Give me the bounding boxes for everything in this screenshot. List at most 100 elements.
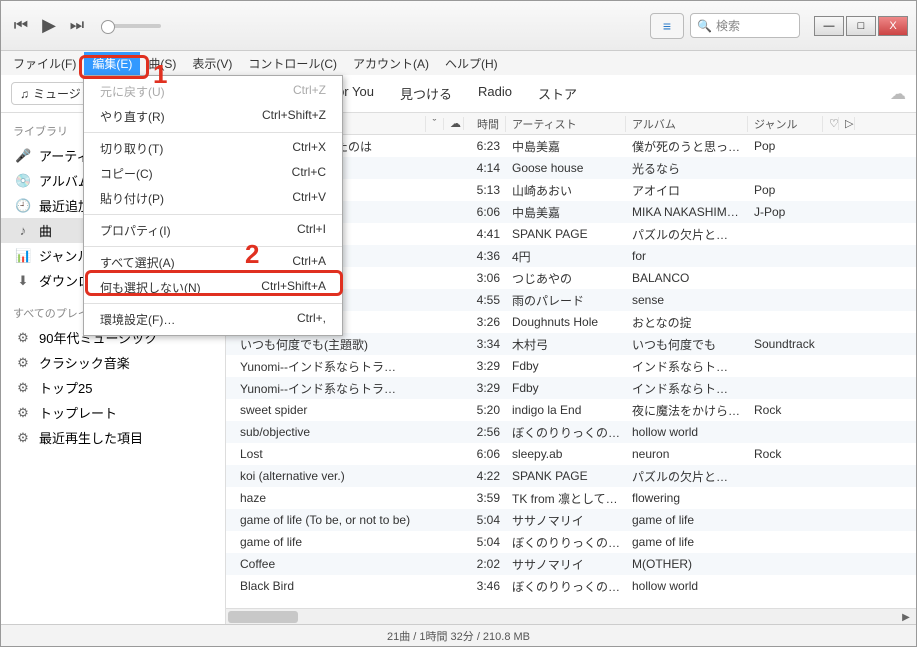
cell-time: 3:06: [464, 271, 506, 285]
cell-artist: 中島美嘉: [506, 204, 626, 221]
table-row[interactable]: Black Bird3:46ぼくのりりっくの…hollow world: [226, 575, 916, 597]
cell-name: game of life: [226, 535, 426, 549]
search-input[interactable]: 🔍 検索: [690, 13, 800, 38]
cell-album: MIKA NAKASHIMA…: [626, 205, 748, 219]
prev-button[interactable]: ⏮: [9, 14, 33, 38]
scrollbar-thumb[interactable]: [228, 611, 298, 623]
table-row[interactable]: game of life (To be, or not to be)5:04ササ…: [226, 509, 916, 531]
cell-time: 3:29: [464, 381, 506, 395]
col-time[interactable]: 時間: [464, 116, 506, 132]
table-row[interactable]: Yunomi--インド系ならトラ…3:29Fdbyインド系ならト…: [226, 377, 916, 399]
menu-item-5[interactable]: 貼り付け(P)Ctrl+V: [84, 186, 342, 211]
cell-artist: Goose house: [506, 161, 626, 175]
cell-time: 3:26: [464, 315, 506, 329]
cell-album: パズルの欠片と…: [626, 226, 748, 243]
cell-album: インド系ならト…: [626, 380, 748, 397]
sidebar-playlist-item-label-2: トップ25: [39, 378, 92, 397]
menu-separator: [84, 246, 342, 247]
table-row[interactable]: いつも何度でも(主題歌)3:34木村弓いつも何度でもSoundtrack: [226, 333, 916, 355]
menu-コントロール[interactable]: コントロール(C): [240, 52, 345, 75]
menu-アカウント[interactable]: アカウント(A): [345, 52, 437, 75]
table-row[interactable]: sub/objective2:56ぼくのりりっくの…hollow world: [226, 421, 916, 443]
sidebar-playlist-item-icon-2: ⚙: [15, 380, 31, 396]
scroll-right-icon[interactable]: ▶: [898, 609, 914, 624]
nav-tab-4[interactable]: ストア: [536, 80, 579, 107]
title-bar: ⏮ ▶ ⏭ ≡ 🔍 検索 — □ X: [1, 1, 916, 51]
col-cloud-icon[interactable]: ☁: [444, 117, 464, 130]
menu-表示[interactable]: 表示(V): [184, 52, 240, 75]
menu-item-label: 何も選択しない(N): [100, 279, 201, 296]
search-icon: 🔍: [697, 19, 712, 33]
cell-time: 4:14: [464, 161, 506, 175]
search-placeholder: 検索: [716, 17, 740, 34]
cell-genre: Soundtrack: [748, 337, 823, 351]
col-plays-icon[interactable]: ▷: [839, 117, 855, 130]
cell-name: sub/objective: [226, 425, 426, 439]
menu-item-7[interactable]: プロパティ(I)Ctrl+I: [84, 218, 342, 243]
view-list-button[interactable]: ≡: [650, 13, 684, 39]
menu-ヘルプ[interactable]: ヘルプ(H): [437, 52, 506, 75]
cell-time: 4:55: [464, 293, 506, 307]
menu-item-10[interactable]: 何も選択しない(N) Ctrl+Shift+A: [84, 275, 342, 300]
table-row[interactable]: koi (alternative ver.)4:22SPANK PAGEパズルの…: [226, 465, 916, 487]
table-row[interactable]: sweet spider5:20indigo la End夜に魔法をかけら…Ro…: [226, 399, 916, 421]
cell-album: neuron: [626, 447, 748, 461]
cell-name: Black Bird: [226, 579, 426, 593]
menu-item-shortcut: Ctrl+A: [292, 254, 326, 271]
menu-item-4[interactable]: コピー(C)Ctrl+C: [84, 161, 342, 186]
menu-item-1[interactable]: やり直す(R)Ctrl+Shift+Z: [84, 104, 342, 129]
menu-item-9[interactable]: すべて選択(A)Ctrl+A: [84, 250, 342, 275]
menu-item-shortcut: Ctrl+,: [297, 311, 326, 328]
menu-item-shortcut: Ctrl+X: [292, 140, 326, 157]
cell-album: for: [626, 249, 748, 263]
col-heart-icon[interactable]: ♡: [823, 117, 839, 130]
col-sort-icon[interactable]: ˇ: [426, 118, 444, 130]
cell-album: game of life: [626, 513, 748, 527]
cell-album: hollow world: [626, 425, 748, 439]
cell-time: 3:29: [464, 359, 506, 373]
menu-item-3[interactable]: 切り取り(T)Ctrl+X: [84, 136, 342, 161]
table-row[interactable]: haze3:59TK from 凛として…flowering: [226, 487, 916, 509]
play-button[interactable]: ▶: [37, 14, 61, 38]
horizontal-scrollbar[interactable]: ▶: [226, 608, 916, 624]
sidebar-lib-item-icon-1: 💿: [15, 173, 31, 189]
sidebar-playlist-item-icon-0: ⚙: [15, 330, 31, 346]
sidebar-playlist-item-icon-1: ⚙: [15, 355, 31, 371]
sidebar-playlist-item-1[interactable]: ⚙クラシック音楽: [1, 350, 225, 375]
menu-item-12[interactable]: 環境設定(F)…Ctrl+,: [84, 307, 342, 332]
menu-編集[interactable]: 編集(E): [84, 52, 140, 75]
menu-item-shortcut: Ctrl+C: [292, 165, 326, 182]
menu-item-shortcut: Ctrl+Z: [293, 83, 326, 100]
table-row[interactable]: game of life5:04ぼくのりりっくの…game of life: [226, 531, 916, 553]
callout-number-1: 1: [153, 59, 167, 90]
menu-bar: ファイル(F)編集(E)曲(S)表示(V)コントロール(C)アカウント(A)ヘル…: [1, 51, 916, 75]
menu-separator: [84, 214, 342, 215]
cell-album: hollow world: [626, 579, 748, 593]
close-button[interactable]: X: [878, 16, 908, 36]
sidebar-playlist-item-3[interactable]: ⚙トップレート: [1, 400, 225, 425]
sidebar-playlist-item-label-4: 最近再生した項目: [39, 428, 143, 447]
sidebar-playlist-item-2[interactable]: ⚙ トップ25: [1, 375, 225, 400]
table-row[interactable]: Lost6:06sleepy.abneuronRock: [226, 443, 916, 465]
cell-album: game of life: [626, 535, 748, 549]
table-row[interactable]: Coffee2:02ササノマリイM(OTHER): [226, 553, 916, 575]
cell-name: koi (alternative ver.): [226, 469, 426, 483]
next-button[interactable]: ⏭: [65, 14, 89, 38]
menu-ファイル[interactable]: ファイル(F): [5, 52, 84, 75]
sidebar-playlist-item-4[interactable]: ⚙最近再生した項目: [1, 425, 225, 450]
nav-tab-2[interactable]: 見つける: [398, 80, 454, 107]
minimize-button[interactable]: —: [814, 16, 844, 36]
nav-tab-3[interactable]: Radio: [476, 80, 514, 107]
cell-time: 3:34: [464, 337, 506, 351]
col-genre[interactable]: ジャンル: [748, 116, 823, 132]
cell-artist: ぼくのりりっくの…: [506, 534, 626, 551]
maximize-button[interactable]: □: [846, 16, 876, 36]
table-row[interactable]: Yunomi--インド系ならトラ…3:29Fdbyインド系ならト…: [226, 355, 916, 377]
menu-item-shortcut: Ctrl+Shift+A: [261, 279, 326, 296]
col-album[interactable]: アルバム: [626, 116, 748, 132]
cloud-icon[interactable]: ☁: [890, 84, 906, 104]
cell-name: haze: [226, 491, 426, 505]
menu-item-label: 貼り付け(P): [100, 190, 164, 207]
volume-slider[interactable]: [101, 24, 161, 28]
col-artist[interactable]: アーティスト: [506, 116, 626, 132]
